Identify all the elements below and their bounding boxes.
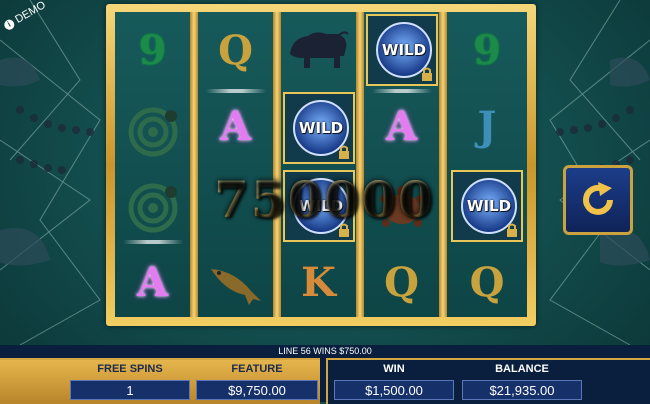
reel-separator (356, 12, 364, 317)
symbol-k: K (301, 258, 336, 306)
line-win-info: LINE 56 WINS $750.00 (278, 346, 372, 356)
symbol-a: A (136, 258, 169, 306)
fish-icon (198, 244, 273, 320)
feature-label: FEATURE (231, 363, 283, 375)
wild-label: WILD (298, 119, 344, 137)
spiral-snake-icon (115, 170, 190, 246)
win-label: WIN (383, 363, 405, 375)
spiral-snake-icon (115, 94, 190, 170)
feature-value: $9,750.00 (196, 380, 318, 400)
lock-icon (507, 223, 517, 237)
reel-separator (190, 12, 198, 317)
symbol-9: 9 (473, 26, 501, 74)
wild-symbol: WILD (366, 14, 438, 86)
symbol-q: Q (218, 26, 253, 74)
win-value: $1,500.00 (334, 380, 454, 400)
wild-label: WILD (381, 41, 427, 59)
reel-separator (273, 12, 281, 317)
symbol-a: A (219, 102, 252, 150)
symbol-a: A (385, 102, 418, 150)
lock-icon (422, 67, 432, 81)
spin-button[interactable] (563, 165, 633, 235)
reel-separator (439, 12, 447, 317)
wild-symbol: WILD (283, 92, 355, 164)
symbol-q: Q (469, 258, 505, 306)
win-balance-panel: WIN BALANCE $1,500.00 $21,935.00 (326, 358, 650, 404)
balance-value: $21,935.00 (462, 380, 582, 400)
symbol-9: 9 (138, 26, 167, 74)
symbol-j: J (477, 102, 497, 150)
wild-label: WILD (466, 197, 512, 215)
reel-frame: 9 Q WILD 9 A WILD A J WILD A K Q Q (106, 4, 536, 326)
buffalo-icon (281, 12, 356, 88)
free-spins-value: 1 (70, 380, 190, 400)
symbol-q: Q (384, 258, 419, 306)
balance-label: BALANCE (495, 363, 549, 375)
reel-area: 9 Q WILD 9 A WILD A J WILD A K Q Q (115, 12, 527, 317)
lock-icon (339, 145, 349, 159)
free-spins-panel: FREE SPINS FEATURE 1 $9,750.00 (0, 358, 320, 404)
wild-symbol: WILD (451, 170, 523, 242)
win-amount-overlay: 750000 (214, 170, 435, 229)
free-spins-label: FREE SPINS (97, 363, 163, 375)
refresh-arrow-icon (583, 182, 613, 215)
